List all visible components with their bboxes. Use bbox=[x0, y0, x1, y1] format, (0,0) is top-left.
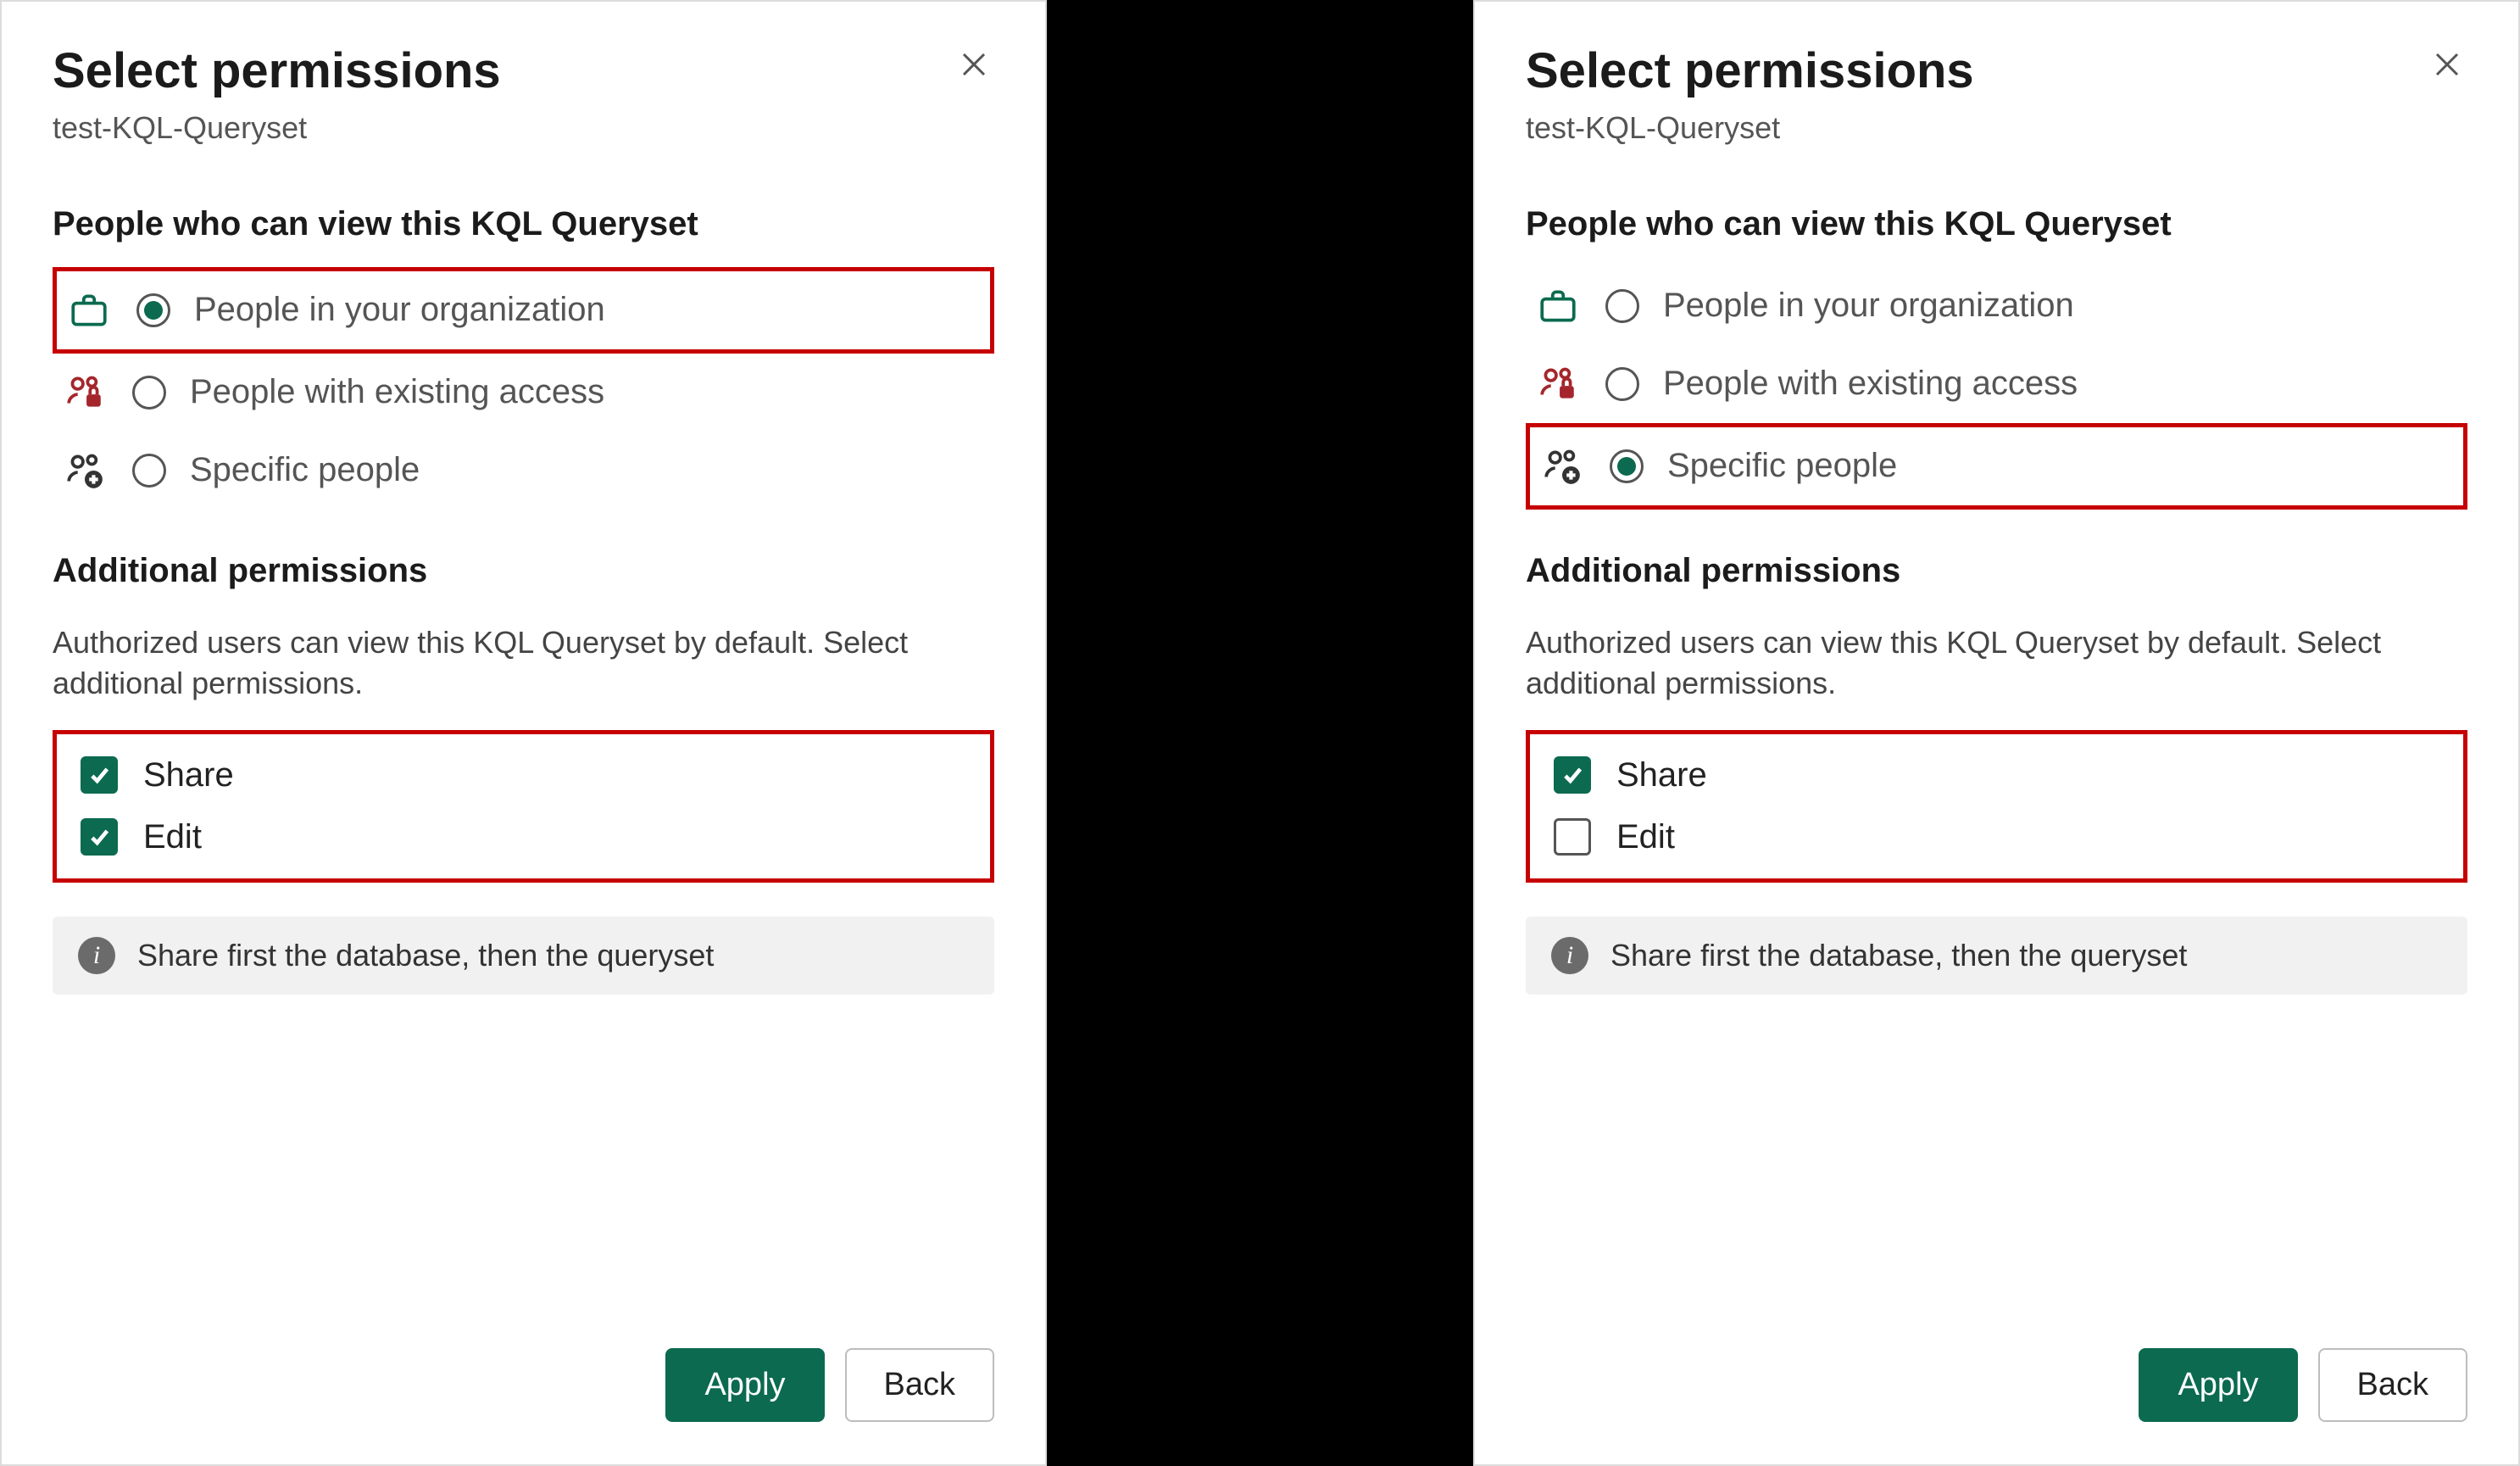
additional-heading: Additional permissions bbox=[1526, 552, 2467, 590]
radio-row-org[interactable]: People in your organization bbox=[1526, 267, 2467, 345]
radio-existing-label: People with existing access bbox=[190, 373, 604, 411]
back-button[interactable]: Back bbox=[2318, 1348, 2467, 1422]
additional-desc: Authorized users can view this KQL Query… bbox=[1526, 622, 2416, 705]
radio-row-specific[interactable]: Specific people bbox=[1526, 423, 2467, 510]
dialog-footer: Apply Back bbox=[1526, 1280, 2467, 1422]
radio-specific[interactable] bbox=[1610, 449, 1644, 483]
info-icon: i bbox=[78, 937, 115, 974]
additional-heading: Additional permissions bbox=[53, 552, 994, 590]
permissions-dialog: Select permissions test-KQL-Queryset Peo… bbox=[0, 0, 1047, 1466]
checkbox-edit-label: Edit bbox=[1616, 818, 1675, 856]
info-bar: i Share first the database, then the que… bbox=[1526, 917, 2467, 995]
info-text: Share first the database, then the query… bbox=[1610, 938, 2187, 973]
radio-existing-label: People with existing access bbox=[1663, 365, 2078, 403]
radio-org[interactable] bbox=[1605, 289, 1639, 323]
dialog-subtitle: test-KQL-Queryset bbox=[1526, 110, 1974, 146]
checkbox-row-share[interactable]: Share bbox=[1530, 744, 2463, 806]
checkbox-share[interactable] bbox=[81, 756, 118, 794]
close-icon[interactable] bbox=[954, 44, 994, 88]
apply-button[interactable]: Apply bbox=[665, 1348, 824, 1422]
radio-org-label: People in your organization bbox=[1663, 287, 2074, 325]
radio-existing[interactable] bbox=[132, 376, 166, 410]
people-heading: People who can view this KQL Queryset bbox=[53, 205, 994, 243]
dialog-title: Select permissions bbox=[1526, 44, 1974, 98]
briefcase-icon bbox=[65, 287, 113, 334]
radio-row-existing[interactable]: People with existing access bbox=[1526, 345, 2467, 423]
header-text: Select permissions test-KQL-Queryset bbox=[53, 44, 501, 146]
additional-permissions-group: Share Edit bbox=[1526, 730, 2467, 883]
additional-permissions-group: Share Edit bbox=[53, 730, 994, 883]
radio-org[interactable] bbox=[136, 293, 170, 327]
radio-specific-label: Specific people bbox=[190, 451, 420, 489]
dialog-title: Select permissions bbox=[53, 44, 501, 98]
dialog-header: Select permissions test-KQL-Queryset bbox=[1526, 44, 2467, 146]
radio-existing[interactable] bbox=[1605, 367, 1639, 401]
radio-row-specific[interactable]: Specific people bbox=[53, 432, 994, 510]
people-add-icon bbox=[1538, 443, 1586, 490]
radio-org-label: People in your organization bbox=[194, 291, 605, 329]
people-lock-icon bbox=[61, 369, 108, 416]
checkbox-share[interactable] bbox=[1554, 756, 1591, 794]
info-icon: i bbox=[1551, 937, 1588, 974]
checkbox-edit[interactable] bbox=[1554, 818, 1591, 856]
checkbox-row-edit[interactable]: Edit bbox=[1530, 806, 2463, 868]
additional-desc: Authorized users can view this KQL Query… bbox=[53, 622, 943, 705]
checkbox-share-label: Share bbox=[1616, 756, 1707, 794]
checkbox-edit-label: Edit bbox=[143, 818, 202, 856]
dialog-subtitle: test-KQL-Queryset bbox=[53, 110, 501, 146]
dialog-header: Select permissions test-KQL-Queryset bbox=[53, 44, 994, 146]
back-button[interactable]: Back bbox=[845, 1348, 994, 1422]
checkbox-row-edit[interactable]: Edit bbox=[57, 806, 990, 868]
close-icon[interactable] bbox=[2427, 44, 2467, 88]
people-heading: People who can view this KQL Queryset bbox=[1526, 205, 2467, 243]
apply-button[interactable]: Apply bbox=[2139, 1348, 2297, 1422]
header-text: Select permissions test-KQL-Queryset bbox=[1526, 44, 1974, 146]
checkbox-share-label: Share bbox=[143, 756, 234, 794]
checkbox-edit[interactable] bbox=[81, 818, 118, 856]
info-text: Share first the database, then the query… bbox=[137, 938, 714, 973]
briefcase-icon bbox=[1534, 282, 1582, 330]
people-add-icon bbox=[61, 447, 108, 494]
radio-row-org[interactable]: People in your organization bbox=[53, 267, 994, 354]
radio-specific[interactable] bbox=[132, 454, 166, 488]
info-bar: i Share first the database, then the que… bbox=[53, 917, 994, 995]
permissions-dialog: Select permissions test-KQL-Queryset Peo… bbox=[1473, 0, 2520, 1466]
checkbox-row-share[interactable]: Share bbox=[57, 744, 990, 806]
radio-specific-label: Specific people bbox=[1667, 447, 1897, 485]
people-lock-icon bbox=[1534, 360, 1582, 408]
dialog-footer: Apply Back bbox=[53, 1280, 994, 1422]
radio-row-existing[interactable]: People with existing access bbox=[53, 354, 994, 432]
